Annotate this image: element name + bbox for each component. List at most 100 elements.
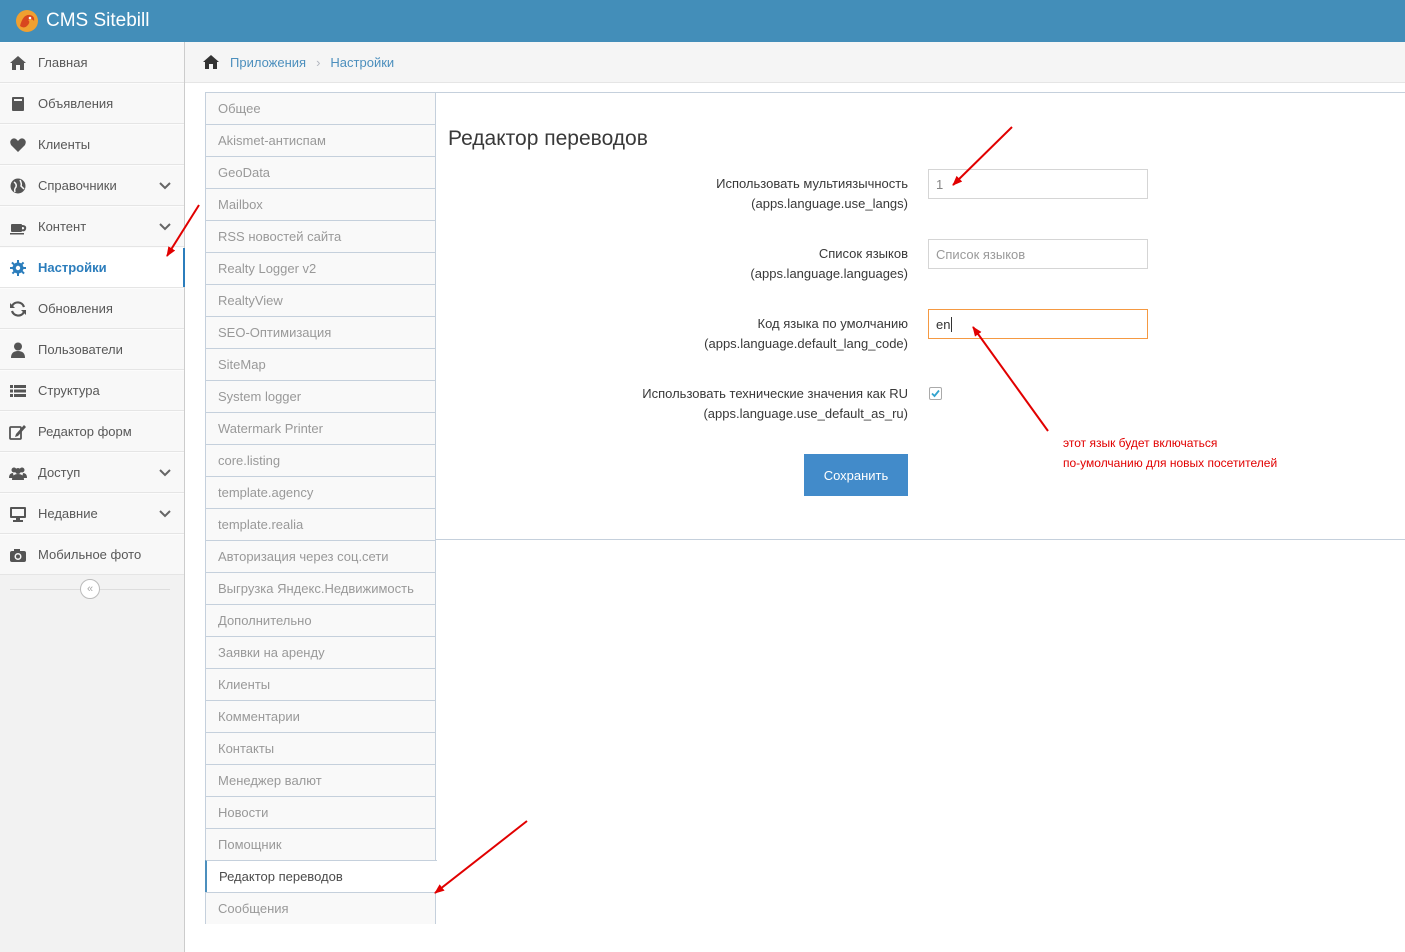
arrow-to-translation-tab	[434, 820, 528, 894]
default-lang-label: Код языка по умолчанию (apps.language.de…	[704, 314, 908, 354]
tab-item[interactable]: Realty Logger v2	[205, 252, 436, 284]
camera-icon	[10, 548, 26, 562]
use-default-as-ru-label-text: Использовать технические значения как RU	[642, 386, 908, 401]
sidebar-item-home[interactable]: Главная	[0, 42, 184, 83]
use-langs-label: Использовать мультиязычность (apps.langu…	[716, 174, 908, 214]
tab-item[interactable]: Mailbox	[205, 188, 436, 220]
home-icon	[10, 55, 26, 70]
users-icon	[9, 467, 27, 480]
sidebar-item-camera[interactable]: Мобильное фото	[0, 534, 184, 575]
sidebar-item-desktop[interactable]: Недавние	[0, 493, 184, 534]
edit-icon	[9, 424, 26, 440]
tab-item[interactable]: template.agency	[205, 476, 436, 508]
sidebar-item-label: Структура	[38, 383, 100, 398]
sidebar-item-coffee[interactable]: Контент	[0, 206, 184, 247]
tab-item[interactable]: Akismet-антиспам	[205, 124, 436, 156]
tab-item[interactable]: System logger	[205, 380, 436, 412]
tab-item[interactable]: Заявки на аренду	[205, 636, 436, 668]
use-langs-input[interactable]: 1	[928, 169, 1148, 199]
tab-item[interactable]: core.listing	[205, 444, 436, 476]
use-default-as-ru-checkbox[interactable]	[929, 387, 942, 400]
tab-item[interactable]: RealtyView	[205, 284, 436, 316]
globe-icon	[10, 178, 26, 193]
languages-input[interactable]: Список языков	[928, 239, 1148, 269]
sidebar-item-label: Редактор форм	[38, 424, 132, 439]
tab-item[interactable]: Помощник	[205, 828, 436, 860]
sidebar-item-label: Контент	[38, 219, 87, 234]
home-icon[interactable]	[202, 54, 220, 70]
checkmark-icon	[931, 389, 940, 398]
default-lang-key: (apps.language.default_lang_code)	[704, 336, 908, 351]
tab-item[interactable]: Выгрузка Яндекс.Недвижимость	[205, 572, 436, 604]
book-icon	[12, 96, 24, 111]
annotation-line-2: по-умолчанию для новых посетителей	[1063, 456, 1278, 470]
sidebar-item-user[interactable]: Пользователи	[0, 329, 184, 370]
sidebar-item-label: Доступ	[38, 465, 81, 480]
user-icon	[11, 342, 25, 358]
tab-item[interactable]: RSS новостей сайта	[205, 220, 436, 252]
use-langs-value: 1	[936, 176, 944, 192]
chevron-down-icon	[159, 510, 171, 518]
sidebar-item-gear[interactable]: Настройки	[0, 247, 185, 288]
save-button[interactable]: Сохранить	[804, 454, 908, 496]
sidebar-item-label: Объявления	[38, 96, 114, 111]
tab-item[interactable]: Новости	[205, 796, 436, 828]
gear-icon	[10, 259, 26, 276]
sidebar-item-label: Клиенты	[38, 137, 91, 152]
use-langs-key: (apps.language.use_langs)	[751, 196, 908, 211]
sidebar-item-list[interactable]: Структура	[0, 370, 184, 411]
sidebar-item-refresh[interactable]: Обновления	[0, 288, 184, 329]
sidebar-collapse: «	[0, 575, 184, 603]
sidebar-item-book[interactable]: Объявления	[0, 83, 184, 124]
sidebar: Главная Объявления Клиенты Справочники Конте…	[0, 42, 185, 952]
tab-item[interactable]: Авторизация через соц.сети	[205, 540, 436, 572]
annotation-line-1: этот язык будет включаться	[1063, 436, 1218, 450]
top-navbar: CMS Sitebill	[0, 0, 1405, 42]
sidebar-item-label: Недавние	[38, 506, 98, 521]
tab-item[interactable]: SiteMap	[205, 348, 436, 380]
coffee-icon	[10, 223, 27, 234]
tab-item[interactable]: Дополнительно	[205, 604, 436, 636]
tab-item[interactable]: SEO-Оптимизация	[205, 316, 436, 348]
tab-item[interactable]: template.realia	[205, 508, 436, 540]
page-title: Редактор переводов	[448, 127, 648, 150]
tab-item[interactable]: Комментарии	[205, 700, 436, 732]
tab-item[interactable]: Watermark Printer	[205, 412, 436, 444]
default-lang-input[interactable]: en	[928, 309, 1148, 339]
languages-key: (apps.language.languages)	[750, 266, 908, 281]
tab-item[interactable]: Сообщения	[205, 892, 436, 924]
chevron-down-icon	[159, 469, 171, 477]
default-lang-label-text: Код языка по умолчанию	[757, 316, 908, 331]
tab-item[interactable]: Общее	[205, 92, 436, 124]
sidebar-item-label: Справочники	[38, 178, 117, 193]
tab-item[interactable]: Контакты	[205, 732, 436, 764]
languages-placeholder: Список языков	[936, 246, 1026, 262]
use-langs-label-text: Использовать мультиязычность	[716, 176, 908, 191]
sidebar-item-heart[interactable]: Клиенты	[0, 124, 184, 165]
heart-icon	[10, 137, 26, 152]
default-lang-value: en	[936, 316, 951, 332]
tab-item[interactable]: Менеджер валют	[205, 764, 436, 796]
sidebar-item-users[interactable]: Доступ	[0, 452, 184, 493]
languages-label: Список языков (apps.language.languages)	[750, 244, 908, 284]
sidebar-item-label: Мобильное фото	[38, 547, 142, 562]
tab-item[interactable]: Клиенты	[205, 668, 436, 700]
tab-item[interactable]: Редактор переводов	[205, 860, 437, 892]
sidebar-item-label: Главная	[38, 55, 88, 70]
breadcrumb-settings[interactable]: Настройки	[330, 55, 394, 70]
tab-item[interactable]: GeoData	[205, 156, 436, 188]
sidebar-item-edit[interactable]: Редактор форм	[0, 411, 184, 452]
annotation-note: этот язык будет включаться по-умолчанию …	[1063, 433, 1277, 473]
brand[interactable]: CMS Sitebill	[14, 8, 149, 34]
app-title: CMS Sitebill	[46, 10, 150, 31]
breadcrumb-apps[interactable]: Приложения	[230, 55, 306, 70]
text-cursor	[951, 316, 953, 332]
desktop-icon	[10, 506, 26, 522]
sidebar-item-globe[interactable]: Справочники	[0, 165, 184, 206]
use-default-as-ru-key: (apps.language.use_default_as_ru)	[703, 406, 908, 421]
breadcrumb-separator: ›	[316, 54, 321, 70]
collapse-sidebar-button[interactable]: «	[80, 579, 100, 599]
chevron-down-icon	[159, 182, 171, 190]
list-icon	[10, 384, 26, 397]
sidebar-item-label: Обновления	[38, 301, 113, 316]
